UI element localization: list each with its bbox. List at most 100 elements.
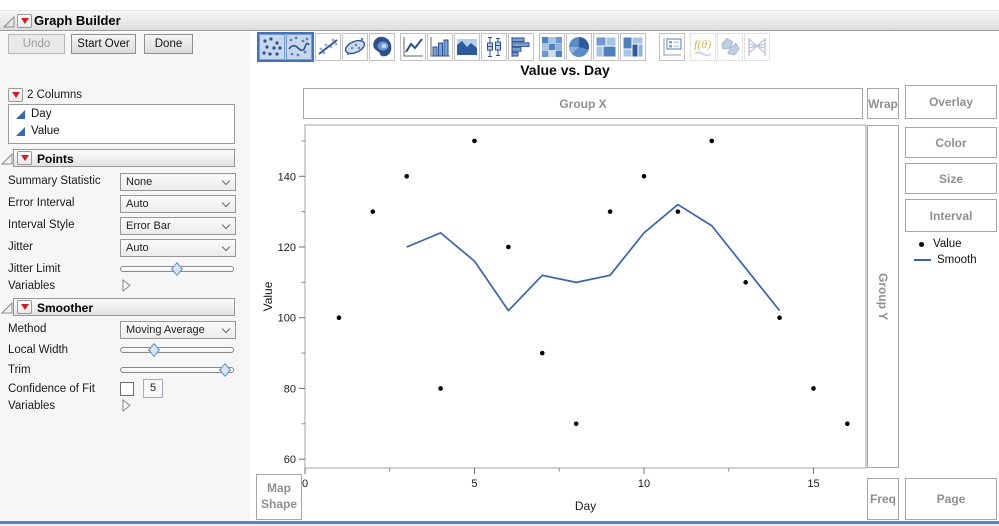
area-element-icon[interactable] bbox=[454, 33, 480, 61]
heatmap-element-icon[interactable] bbox=[539, 33, 565, 61]
control-panel: Undo Start Over Done 2 Columns Day Value … bbox=[0, 32, 250, 521]
red-triangle-menu-icon[interactable] bbox=[17, 14, 32, 28]
contour-element-icon[interactable] bbox=[369, 33, 395, 61]
chevron-down-icon bbox=[221, 324, 231, 334]
trim-slider[interactable] bbox=[120, 363, 234, 377]
jitter-label: Jitter bbox=[8, 241, 33, 253]
confidence-of-fit-checkbox[interactable] bbox=[120, 382, 134, 396]
disclosure-right-icon[interactable] bbox=[121, 278, 131, 297]
box-plot-element-icon[interactable] bbox=[481, 33, 507, 61]
data-point bbox=[743, 280, 748, 285]
mosaic-element-icon[interactable] bbox=[593, 33, 619, 61]
size-drop-zone[interactable]: Size bbox=[905, 163, 997, 194]
slider-track[interactable] bbox=[120, 367, 234, 373]
data-point bbox=[811, 386, 816, 391]
legend-item-value[interactable]: Value bbox=[908, 236, 998, 252]
freq-drop-zone[interactable]: Freq bbox=[867, 478, 899, 520]
x-tick-label: 10 bbox=[638, 478, 650, 490]
column-item-day[interactable]: Day bbox=[9, 105, 234, 122]
summary-statistic-dropdown[interactable]: None bbox=[120, 173, 236, 191]
undo-button[interactable]: Undo bbox=[8, 34, 65, 54]
group-y-drop-zone[interactable]: Group Y bbox=[867, 125, 899, 468]
data-point bbox=[675, 209, 681, 214]
plot-area[interactable]: 0 5 10 15 60 80 100 120 140 Day Value bbox=[260, 120, 870, 526]
jitter-dropdown[interactable]: Auto bbox=[120, 239, 236, 257]
error-interval-label: Error Interval bbox=[8, 197, 75, 209]
element-type-toolbar: f(θ) bbox=[257, 31, 770, 63]
done-button[interactable]: Done bbox=[144, 34, 193, 54]
slider-thumb[interactable] bbox=[148, 343, 160, 357]
y-tick-label: 140 bbox=[278, 171, 296, 183]
method-dropdown[interactable]: Moving Average bbox=[120, 321, 236, 339]
summary-statistic-label: Summary Statistic bbox=[8, 175, 101, 187]
interval-style-dropdown[interactable]: Error Bar bbox=[120, 217, 236, 235]
y-tick-label: 100 bbox=[278, 313, 296, 325]
legend-item-smooth[interactable]: Smooth bbox=[908, 252, 998, 268]
collapse-icon[interactable] bbox=[2, 15, 15, 28]
smoother-section-header: Smoother bbox=[13, 298, 235, 316]
x-tick-label: 15 bbox=[807, 478, 819, 490]
map-shape-drop-zone[interactable]: Map Shape bbox=[256, 474, 302, 520]
line-of-fit-element-icon[interactable] bbox=[315, 33, 341, 61]
pie-element-icon[interactable] bbox=[566, 33, 592, 61]
overlay-drop-zone[interactable]: Overlay bbox=[905, 85, 997, 119]
points-element-icon[interactable] bbox=[259, 34, 285, 60]
confidence-of-fit-label: Confidence of Fit bbox=[8, 383, 95, 395]
error-interval-dropdown[interactable]: Auto bbox=[120, 195, 236, 213]
page-drop-zone[interactable]: Page bbox=[905, 478, 997, 520]
jitter-limit-slider[interactable] bbox=[120, 262, 234, 276]
y-tick-label: 120 bbox=[278, 242, 296, 254]
bar-element-icon[interactable] bbox=[427, 33, 453, 61]
svg-text:f(θ): f(θ) bbox=[694, 37, 711, 51]
smoother-element-icon[interactable] bbox=[286, 34, 312, 60]
columns-list[interactable]: Day Value bbox=[8, 104, 235, 144]
slider-thumb[interactable] bbox=[171, 262, 183, 276]
histogram-element-icon[interactable] bbox=[508, 33, 534, 61]
formula-element-icon[interactable]: f(θ) bbox=[690, 33, 716, 61]
y-axis-label: Value bbox=[261, 281, 275, 311]
column-item-value[interactable]: Value bbox=[9, 122, 234, 139]
color-drop-zone[interactable]: Color bbox=[905, 127, 997, 158]
y-tick-label: 80 bbox=[284, 383, 296, 395]
local-width-label: Local Width bbox=[8, 344, 69, 356]
x-axis-label: Day bbox=[575, 499, 596, 513]
columns-red-triangle-icon[interactable] bbox=[8, 88, 23, 102]
slider-thumb[interactable] bbox=[219, 363, 231, 377]
disclosure-right-icon[interactable] bbox=[121, 398, 131, 417]
chart-legend: Value Smooth bbox=[908, 236, 998, 268]
report-title-bar: Graph Builder bbox=[0, 10, 999, 31]
smoother-section-title: Smoother bbox=[37, 301, 94, 315]
trim-label: Trim bbox=[8, 364, 31, 376]
ellipse-element-icon[interactable] bbox=[342, 33, 368, 61]
smoother-red-triangle-icon[interactable] bbox=[17, 300, 32, 314]
chevron-down-icon bbox=[221, 242, 231, 252]
legend-line-marker bbox=[914, 259, 931, 261]
data-point bbox=[607, 209, 613, 214]
line-element-icon[interactable] bbox=[400, 33, 426, 61]
local-width-slider[interactable] bbox=[120, 343, 234, 357]
points-section-header: Points bbox=[13, 149, 235, 167]
treemap-element-icon[interactable] bbox=[620, 33, 646, 61]
data-point bbox=[573, 421, 579, 427]
parallel-element-icon[interactable] bbox=[744, 33, 770, 61]
x-tick-label: 0 bbox=[302, 478, 308, 490]
slider-track[interactable] bbox=[120, 347, 234, 353]
interval-style-label: Interval Style bbox=[8, 219, 75, 231]
data-point bbox=[370, 209, 376, 214]
data-point bbox=[506, 244, 511, 250]
window-title: Graph Builder bbox=[34, 13, 121, 28]
collapse-icon[interactable] bbox=[0, 152, 13, 165]
caption-box-element-icon[interactable] bbox=[659, 33, 685, 61]
start-over-button[interactable]: Start Over bbox=[71, 34, 136, 54]
group-x-drop-zone[interactable]: Group X bbox=[303, 88, 863, 119]
y-tick-label: 60 bbox=[284, 454, 296, 466]
data-point bbox=[472, 138, 477, 144]
interval-drop-zone[interactable]: Interval bbox=[905, 199, 997, 232]
data-point bbox=[336, 315, 342, 321]
confidence-of-fit-value[interactable]: 5 bbox=[143, 379, 163, 398]
points-red-triangle-icon[interactable] bbox=[17, 151, 32, 165]
chevron-down-icon bbox=[221, 220, 231, 230]
collapse-icon[interactable] bbox=[0, 301, 13, 314]
wrap-drop-zone[interactable]: Wrap bbox=[867, 88, 899, 119]
map-shapes-element-icon[interactable] bbox=[717, 33, 743, 61]
